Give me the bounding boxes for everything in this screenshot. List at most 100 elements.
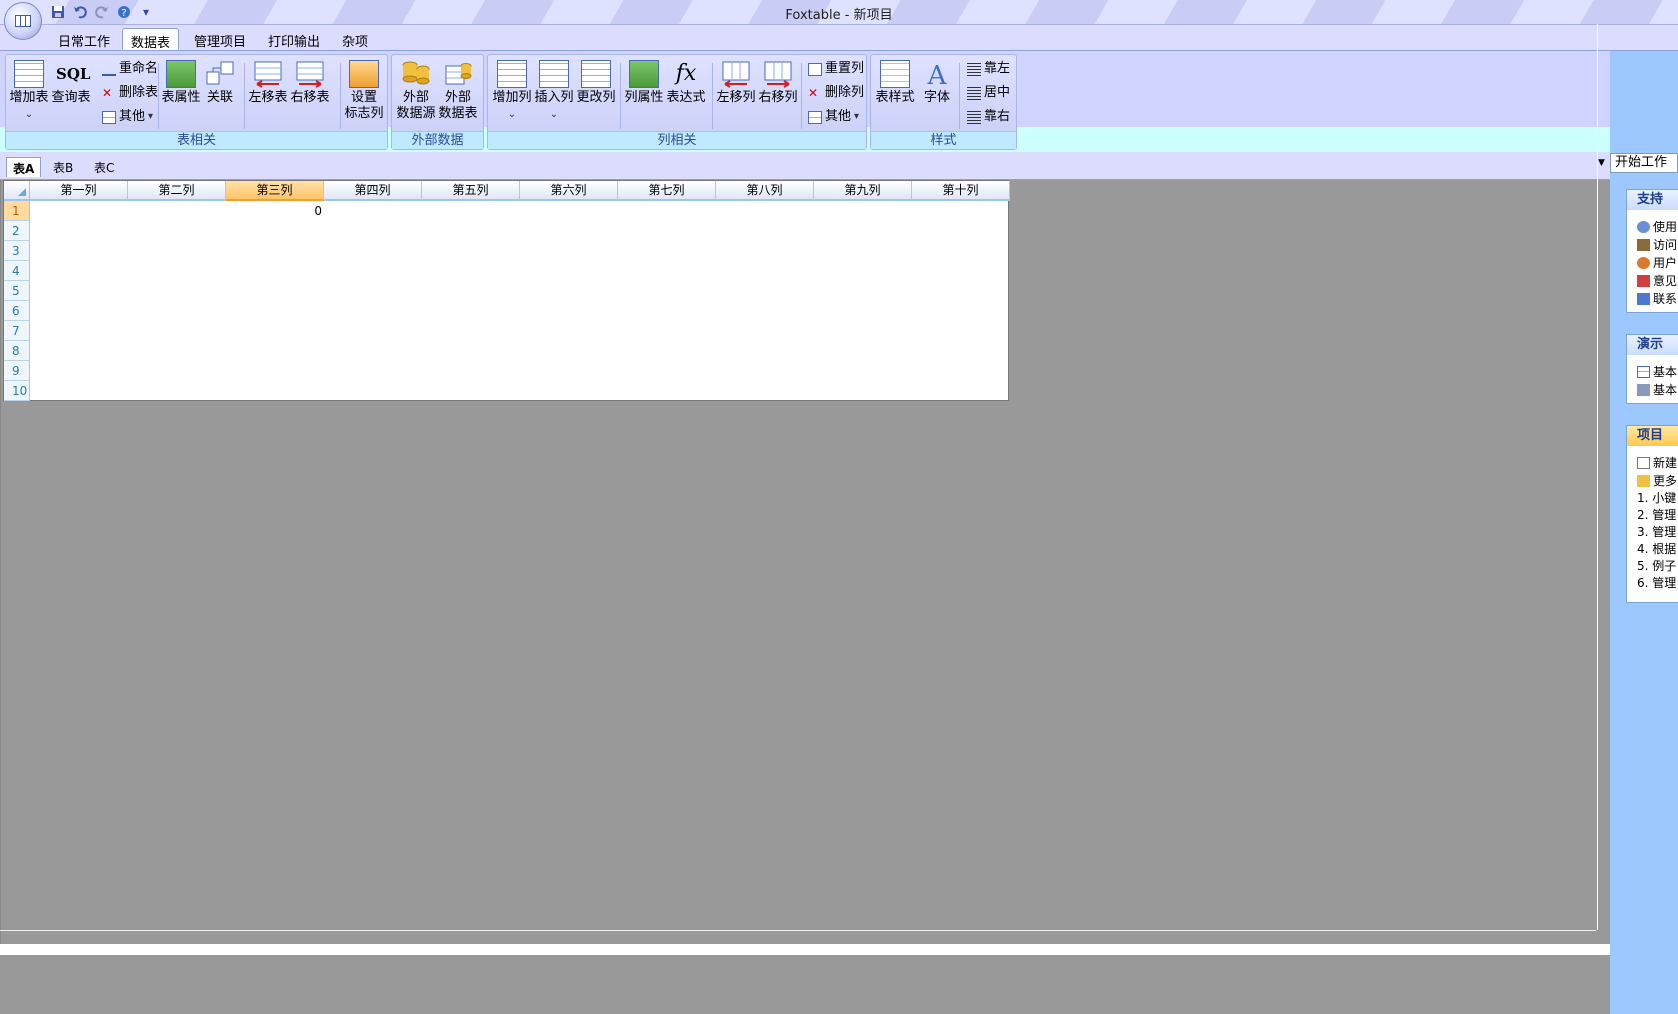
column-header[interactable]: 第十列 [912,181,1010,201]
column-header[interactable]: 第七列 [618,181,716,201]
table-icon [1637,366,1650,378]
help-icon[interactable]: ? [116,4,132,20]
move-column-left-button[interactable]: 左移列 [716,58,756,132]
add-column-icon [497,60,527,88]
align-left-icon [967,62,981,76]
new-file-icon [1637,457,1650,469]
row-header[interactable]: 9 [4,361,30,381]
rename-table-button[interactable]: 重命名 [102,59,158,79]
table-style-button[interactable]: 表样式 [875,58,915,132]
font-button[interactable]: A 字体 [917,58,957,132]
column-header[interactable]: 第一列 [30,181,128,201]
demo-item[interactable]: 基本 [1627,381,1678,399]
row-header[interactable]: 8 [4,341,30,361]
sheet-tab-b[interactable]: 表B [47,157,79,177]
table-properties-button[interactable]: 表属性 [161,58,201,132]
recent-project[interactable]: 3. 管理 [1627,524,1678,541]
move-column-right-button[interactable]: 右移列 [758,58,798,132]
tab-manage-project[interactable]: 管理项目 [186,28,254,50]
align-center-button[interactable]: 居中 [967,83,1010,103]
align-right-button[interactable]: 靠右 [967,107,1010,127]
demo-item[interactable]: 基本 [1627,363,1678,381]
column-header[interactable]: 第三列 [226,181,324,201]
project-title[interactable]: 项目 [1627,426,1678,446]
tab-misc[interactable]: 杂项 [334,28,376,50]
delete-table-button[interactable]: ✕ 删除表 [102,83,158,103]
expression-button[interactable]: fx 表达式 [666,58,706,132]
move-table-right-button[interactable]: 右移表 [290,58,330,132]
recent-project[interactable]: 4. 根据 [1627,541,1678,558]
column-header[interactable]: 第八列 [716,181,814,201]
support-title[interactable]: 支持 [1627,190,1678,210]
table-icon [808,110,822,124]
chevron-down-icon[interactable]: ▼ [1598,158,1605,168]
sheet-tab-c[interactable]: 表C [88,157,120,177]
delete-table-label: 删除表 [119,85,159,100]
project-item-label: 更多 [1653,474,1678,488]
tab-data-table[interactable]: 数据表 [122,28,180,51]
add-table-button[interactable]: 增加表 ⌄ [9,58,49,132]
select-all-corner[interactable] [4,181,30,201]
row-header[interactable]: 6 [4,301,30,321]
column-header[interactable]: 第九列 [814,181,912,201]
move-table-left-button[interactable]: 左移表 [248,58,288,132]
fx-icon: fx [675,61,697,86]
column-other-button[interactable]: 其他 ▾ [808,107,859,127]
recent-project[interactable]: 5. 例子 [1627,558,1678,575]
tab-print-output[interactable]: 打印输出 [260,28,328,50]
divider [0,930,1596,931]
reset-column-button[interactable]: 重置列 [808,59,864,79]
column-header[interactable]: 第二列 [128,181,226,201]
row-header[interactable]: 5 [4,281,30,301]
recent-project[interactable]: 2. 管理 [1627,507,1678,524]
rename-label: 重命名 [119,61,159,76]
change-column-button[interactable]: 更改列 [576,58,616,132]
row-header[interactable]: 1 [4,201,30,221]
redo-icon[interactable] [94,4,110,20]
recent-project[interactable]: 6. 管理 [1627,575,1678,592]
database-icon [401,60,431,88]
row-header[interactable]: 2 [4,221,30,241]
save-icon[interactable] [50,4,66,20]
customize-qat-button[interactable]: ▾ [138,4,154,20]
table-other-button[interactable]: 其他 ▾ [102,107,153,127]
support-item-label: 访问 [1653,238,1678,252]
external-source-button[interactable]: 外部 数据源 [396,58,436,132]
row-header[interactable]: 4 [4,261,30,281]
sheet-tab-a[interactable]: 表A [6,157,42,177]
support-item[interactable]: 用户 [1627,254,1678,272]
query-table-button[interactable]: SQL 查询表 [51,58,91,132]
column-properties-button[interactable]: 列属性 [624,58,664,132]
support-item[interactable]: 使用 [1627,218,1678,236]
row-header[interactable]: 7 [4,321,30,341]
task-pane-title[interactable]: 开始工作 [1610,153,1678,173]
undo-icon[interactable] [72,4,88,20]
row-header[interactable]: 10 [4,381,30,401]
align-left-button[interactable]: 靠左 [967,59,1010,79]
separator [959,63,960,129]
add-column-button[interactable]: 增加列 ⌄ [492,58,532,132]
relation-button[interactable]: 关联 [200,58,240,132]
demo-title[interactable]: 演示 [1627,335,1678,355]
project-item[interactable]: 更多 [1627,472,1678,490]
row-header[interactable]: 3 [4,241,30,261]
column-header[interactable]: 第四列 [324,181,422,201]
sheet-tabs: 表A 表B 表C [0,152,1612,180]
data-grid[interactable]: 第一列 第二列 第三列 第四列 第五列 第六列 第七列 第八列 第九列 第十列 123456789… [3,180,1010,401]
tab-daily-work[interactable]: 日常工作 [50,28,118,50]
set-flag-column-button[interactable]: 设置 标志列 [344,58,384,132]
external-table-icon [443,60,473,88]
delete-column-button[interactable]: ✕ 删除列 [808,83,864,103]
external-table-button[interactable]: 外部 数据表 [438,58,478,132]
app-menu-button[interactable] [4,2,42,40]
recent-project[interactable]: 1. 小键 [1627,490,1678,507]
support-item[interactable]: 联系 [1627,290,1678,308]
insert-column-button[interactable]: 插入列 ⌄ [534,58,574,132]
column-header[interactable]: 第六列 [520,181,618,201]
support-item-label: 使用 [1653,220,1678,234]
support-item[interactable]: 访问 [1627,236,1678,254]
support-item[interactable]: 意见 [1627,272,1678,290]
column-header[interactable]: 第五列 [422,181,520,201]
project-item[interactable]: 新建 [1627,454,1678,472]
grid-cell[interactable]: 0 [228,201,326,221]
